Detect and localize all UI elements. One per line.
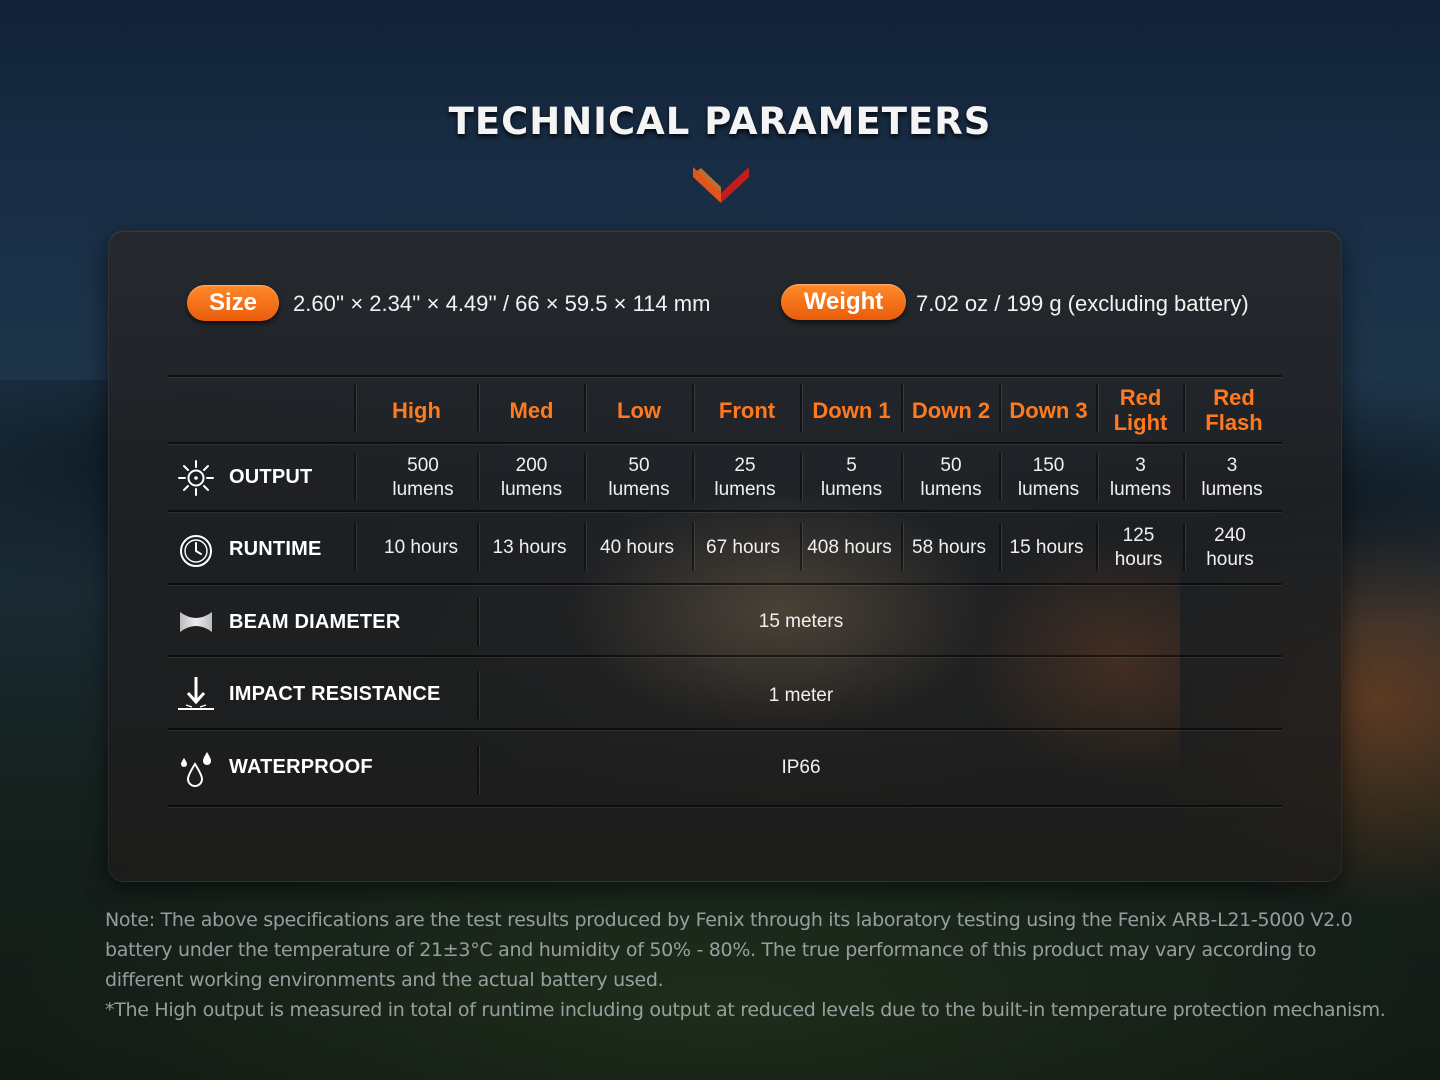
column-header-down-2: Down 2: [911, 397, 991, 423]
row-label-output: OUTPUT: [229, 466, 313, 488]
chevron-down-icon: [693, 167, 749, 203]
column-header-low: Low: [617, 397, 661, 423]
water-drops-icon: [181, 752, 211, 787]
column-header-down-1: Down 1: [812, 397, 891, 423]
runtime-med: 13 hours: [492, 537, 567, 558]
output-red-light: 3 lumens: [1109, 455, 1172, 500]
impact-resistance-value: 1 meter: [768, 685, 834, 706]
column-header-med: Med: [509, 397, 554, 423]
output-down-2: 50 lumens: [920, 455, 982, 500]
row-label-runtime: RUNTIME: [229, 538, 322, 560]
beam-diameter-value: 15 meters: [758, 611, 844, 632]
beam-icon: [180, 612, 212, 632]
output-red-flash: 3 lumens: [1201, 455, 1263, 500]
runtime-low: 40 hours: [600, 537, 674, 558]
weight-value: 7.02 oz / 199 g (excluding battery): [916, 291, 1249, 316]
runtime-red-light: 125 hours: [1114, 525, 1163, 570]
output-down-1: 5 lumens: [820, 455, 883, 500]
row-label-impact-resistance: IMPACT RESISTANCE: [229, 683, 441, 705]
impact-arrow-icon: [178, 677, 214, 710]
footnote-high-output: *The High output is measured in total of…: [105, 999, 1386, 1021]
size-value: 2.60'' × 2.34'' × 4.49'' / 66 × 59.5 × 1…: [293, 291, 711, 316]
footnote-test-conditions: Note: The above specifications are the t…: [105, 909, 1353, 991]
runtime-down-3: 15 hours: [1009, 537, 1084, 558]
runtime-high: 10 hours: [384, 537, 458, 558]
weight-badge: Weight: [781, 284, 906, 320]
output-front: 25 lumens: [714, 455, 776, 500]
output-high: 500 lumens: [392, 455, 454, 500]
row-label-waterproof: WATERPROOF: [229, 756, 373, 778]
waterproof-value: IP66: [781, 757, 821, 778]
column-header-front: Front: [718, 397, 776, 423]
size-badge: Size: [187, 285, 279, 321]
page-title: TECHNICAL PARAMETERS: [448, 100, 992, 143]
column-header-down-3: Down 3: [1009, 397, 1088, 423]
output-low: 50 lumens: [608, 455, 670, 500]
column-header-high: High: [392, 397, 441, 423]
column-header-red-flash: Red Flash: [1205, 385, 1263, 435]
runtime-down-2: 58 hours: [912, 537, 986, 558]
row-label-beam-diameter: BEAM DIAMETER: [229, 611, 401, 633]
output-down-3: 150 lumens: [1017, 455, 1080, 500]
sun-icon: [178, 460, 214, 496]
clock-icon: [180, 535, 212, 567]
output-med: 200 lumens: [500, 455, 563, 500]
runtime-red-flash: 240 hours: [1206, 525, 1254, 570]
footnote: Note: The above specifications are the t…: [105, 905, 1395, 1025]
runtime-front: 67 hours: [706, 537, 780, 558]
column-header-red-light: Red Light: [1113, 385, 1168, 435]
runtime-down-1: 408 hours: [807, 537, 892, 558]
